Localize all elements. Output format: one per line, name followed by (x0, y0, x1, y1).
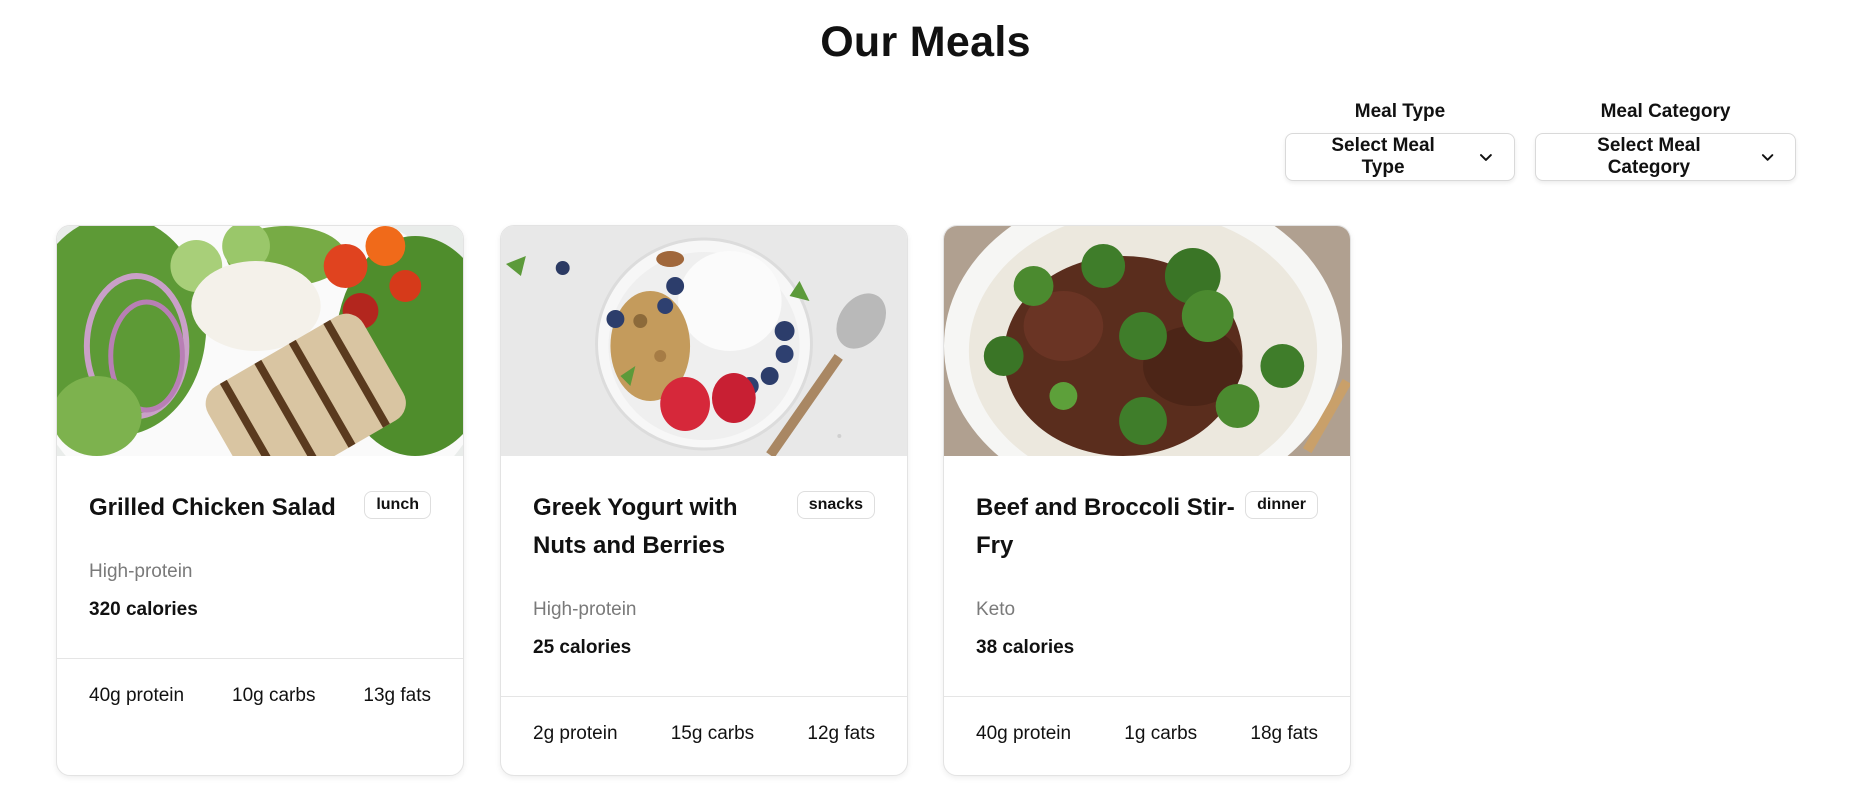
page-title: Our Meals (820, 18, 1031, 66)
fats-value: 18g fats (1250, 723, 1318, 744)
protein-value: 2g protein (533, 723, 618, 744)
meal-card[interactable]: Grilled Chicken Salad lunch High-protein… (56, 225, 464, 776)
meal-card[interactable]: Greek Yogurt with Nuts and Berries snack… (500, 225, 908, 776)
grilled-chicken-salad-photo (57, 226, 463, 456)
meal-category: High-protein (89, 561, 193, 582)
meal-name: Grilled Chicken Salad (89, 494, 336, 521)
protein-value: 40g protein (976, 723, 1072, 744)
meal-category-label: Meal Category (1600, 101, 1731, 122)
meal-name: Greek Yogurt with Nuts and Berries (533, 494, 738, 559)
meal-category: High-protein (533, 599, 637, 620)
macros-row: 40g protein 10g carbs 13g fats (57, 658, 463, 707)
macros-row: 40g protein 1g carbs 18g fats (944, 696, 1350, 745)
meal-type-select[interactable]: Select Meal Type (1285, 133, 1515, 181)
chevron-down-icon (1761, 154, 1774, 161)
protein-value: 40g protein (89, 685, 185, 706)
fats-value: 13g fats (363, 685, 431, 706)
meal-type-select-value: Select Meal Type (1331, 135, 1435, 178)
meal-type-filter: Meal Type Select Meal Type (1285, 101, 1515, 181)
meal-calories: 320 calories (89, 599, 198, 620)
meal-category-select[interactable]: Select Meal Category (1535, 133, 1796, 181)
meal-calories: 25 calories (533, 637, 632, 658)
meal-type-badge: lunch (364, 491, 431, 519)
meal-type-label: Meal Type (1354, 101, 1446, 122)
carbs-value: 10g carbs (232, 685, 316, 706)
carbs-value: 15g carbs (670, 723, 755, 744)
meal-type-badge: snacks (796, 491, 875, 519)
meal-calories: 38 calories (976, 637, 1075, 658)
greek-yogurt-bowl-photo (501, 226, 907, 456)
carbs-value: 1g carbs (1124, 723, 1198, 744)
meal-category-select-value: Select Meal Category (1597, 135, 1701, 178)
meal-type-badge: dinner (1245, 491, 1318, 519)
chevron-down-icon (1480, 154, 1493, 161)
meal-category: Keto (976, 599, 1016, 620)
beef-broccoli-stir-fry-photo (944, 226, 1350, 456)
meal-category-filter: Meal Category Select Meal Category (1535, 101, 1796, 181)
macros-row: 2g protein 15g carbs 12g fats (501, 696, 907, 745)
meal-name: Beef and Broccoli Stir-Fry (976, 494, 1235, 559)
fats-value: 12g fats (807, 723, 875, 744)
meal-card[interactable]: Beef and Broccoli Stir-Fry dinner Keto 3… (943, 225, 1351, 776)
